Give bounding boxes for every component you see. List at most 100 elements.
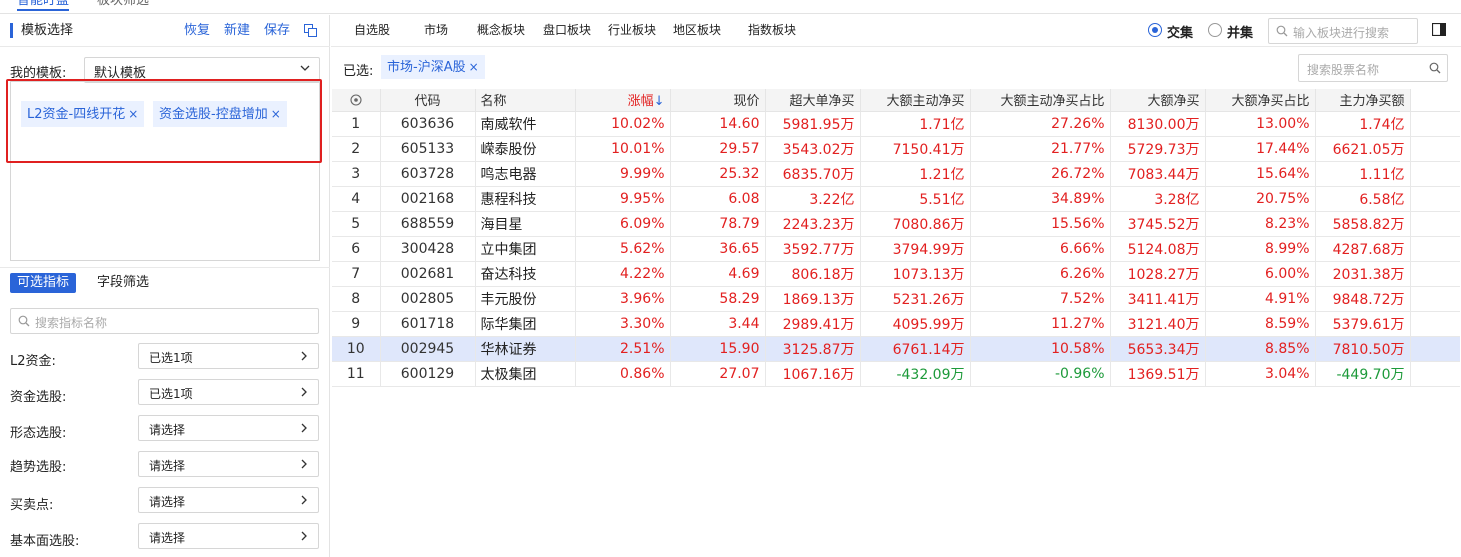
save-button[interactable]: 保存 xyxy=(264,23,290,39)
large-net: 3.28亿 xyxy=(1110,186,1206,212)
tab-quote-block[interactable]: 盘口板块 xyxy=(543,23,591,38)
template-panel: 模板选择 恢复 新建 保存 我的模板: 默认模板 L2资金-四线开花 × 资金选股… xyxy=(0,15,330,557)
row-index: 9 xyxy=(332,311,381,337)
indicator-search-input[interactable]: 搜索指标名称 xyxy=(10,308,319,334)
large-active-net: 7150.41万 xyxy=(860,136,971,162)
panel-toggle-icon[interactable] xyxy=(1432,23,1446,36)
change-pct: 10.01% xyxy=(575,136,671,162)
column-header-super-large-net[interactable]: 超大单净买 xyxy=(765,89,861,112)
restore-button[interactable]: 恢复 xyxy=(184,23,210,39)
stock-code: 603636 xyxy=(380,111,476,137)
change-pct: 6.09% xyxy=(575,211,671,237)
main-net: 6621.05万 xyxy=(1315,136,1411,162)
row-index: 2 xyxy=(332,136,381,162)
tab-field-filter[interactable]: 字段筛选 xyxy=(90,273,156,293)
filter-value: 请选择 xyxy=(149,495,186,509)
tab-optional-indicators[interactable]: 可选指标 xyxy=(10,273,77,293)
table-row[interactable]: 9 601718 际华集团 3.30% 3.44 2989.41万 4095.99万 11.2… xyxy=(332,311,1460,337)
column-header-price[interactable]: 现价 xyxy=(670,89,766,112)
chevron-down-icon xyxy=(300,65,310,71)
selected-market-tag[interactable]: 市场-沪深A股 × xyxy=(381,55,485,79)
filter-label-pattern: 形态选股: xyxy=(10,426,67,441)
filter-select-pattern[interactable]: 请选择 xyxy=(138,415,319,441)
column-header-name[interactable]: 名称 xyxy=(475,89,576,112)
large-net-ratio: 13.00% xyxy=(1205,111,1316,137)
price: 15.90 xyxy=(670,336,766,362)
table-row[interactable]: 8 002805 丰元股份 3.96% 58.29 1869.13万 5231.26万 7.5… xyxy=(332,286,1460,312)
table-row[interactable]: 2 605133 嵘泰股份 10.01% 29.57 3543.02万 7150.41万 21… xyxy=(332,136,1460,162)
column-header-filler xyxy=(1410,89,1460,112)
stock-code: 688559 xyxy=(380,211,476,237)
search-icon xyxy=(1276,25,1288,37)
filter-select-l2[interactable]: 已选1项 xyxy=(138,343,319,369)
table-row[interactable]: 11 600129 太极集团 0.86% 27.07 1067.16万 -432.09万 -0… xyxy=(332,361,1460,387)
column-header-main-net[interactable]: 主力净买额 xyxy=(1315,89,1411,112)
tab-smart-monitor[interactable]: 智能盯盘 xyxy=(17,0,70,11)
table-row[interactable]: 6 300428 立中集团 5.62% 36.65 3592.77万 3794.99万 6.6… xyxy=(332,236,1460,262)
tab-market[interactable]: 市场 xyxy=(424,23,448,38)
tab-watchlist[interactable]: 自选股 xyxy=(354,23,390,38)
radio-intersection[interactable] xyxy=(1148,23,1162,37)
column-header-large-active-net[interactable]: 大额主动净买 xyxy=(860,89,971,112)
table-row[interactable]: 3 603728 鸣志电器 9.99% 25.32 6835.70万 1.21亿 26.72%… xyxy=(332,161,1460,187)
remove-tag-icon[interactable]: × xyxy=(271,107,281,121)
template-tag-control-increase[interactable]: 资金选股-控盘增加 × xyxy=(153,101,287,127)
change-pct: 4.22% xyxy=(575,261,671,287)
column-header-large-net[interactable]: 大额净买 xyxy=(1110,89,1206,112)
remove-tag-icon[interactable]: × xyxy=(469,60,479,74)
row-index: 3 xyxy=(332,161,381,187)
search-icon xyxy=(18,315,30,327)
main-net: 1.74亿 xyxy=(1315,111,1411,137)
change-pct: 9.99% xyxy=(575,161,671,187)
new-button[interactable]: 新建 xyxy=(224,23,250,39)
large-active-ratio: 6.66% xyxy=(970,236,1111,262)
stock-name: 立中集团 xyxy=(475,236,576,262)
stock-code: 603728 xyxy=(380,161,476,187)
tab-region-block[interactable]: 地区板块 xyxy=(673,23,721,38)
filter-value: 已选1项 xyxy=(149,351,193,365)
super-large-net: 2989.41万 xyxy=(765,311,861,337)
table-row[interactable]: 1 603636 南威软件 10.02% 14.60 5981.95万 1.71亿 27.26… xyxy=(332,111,1460,137)
chevron-right-icon xyxy=(301,351,307,361)
price: 36.65 xyxy=(670,236,766,262)
large-active-ratio: 27.26% xyxy=(970,111,1111,137)
stock-code: 002168 xyxy=(380,186,476,212)
filter-label-trade-point: 买卖点: xyxy=(10,498,54,513)
filter-select-trade-point[interactable]: 请选择 xyxy=(138,487,319,513)
column-settings-icon[interactable] xyxy=(332,89,381,112)
table-row[interactable]: 10 002945 华林证券 2.51% 15.90 3125.87万 6761.14万 10… xyxy=(332,336,1460,362)
stock-code: 300428 xyxy=(380,236,476,262)
table-row[interactable]: 5 688559 海目星 6.09% 78.79 2243.23万 7080.86万 15.5… xyxy=(332,211,1460,237)
filter-select-trend[interactable]: 请选择 xyxy=(138,451,319,477)
block-search-input[interactable]: 输入板块进行搜索 xyxy=(1268,18,1418,44)
price: 4.69 xyxy=(670,261,766,287)
column-header-code[interactable]: 代码 xyxy=(380,89,476,112)
large-active-ratio: 7.52% xyxy=(970,286,1111,312)
radio-union[interactable] xyxy=(1208,23,1222,37)
tab-block-filter[interactable]: 板块筛选 xyxy=(97,0,149,9)
column-header-change[interactable]: 涨幅↓ xyxy=(575,89,671,112)
filter-label-trend: 趋势选股: xyxy=(10,460,67,475)
tab-index-block[interactable]: 指数板块 xyxy=(748,23,796,38)
table-row[interactable]: 4 002168 惠程科技 9.95% 6.08 3.22亿 5.51亿 34.89% 3.28… xyxy=(332,186,1460,212)
table-row[interactable]: 7 002681 奋达科技 4.22% 4.69 806.18万 1073.13万 6.26%… xyxy=(332,261,1460,287)
stock-search-input[interactable]: 搜索股票名称 xyxy=(1298,54,1448,82)
change-pct: 10.02% xyxy=(575,111,671,137)
main-net: 7810.50万 xyxy=(1315,336,1411,362)
filter-select-capital[interactable]: 已选1项 xyxy=(138,379,319,405)
copy-icon[interactable] xyxy=(304,24,317,37)
row-index: 1 xyxy=(332,111,381,137)
large-net: 1369.51万 xyxy=(1110,361,1206,387)
large-net: 8130.00万 xyxy=(1110,111,1206,137)
top-navigation: 智能盯盘 板块筛选 xyxy=(0,0,1461,14)
template-tag-l2-four-lines[interactable]: L2资金-四线开花 × xyxy=(21,101,145,127)
column-header-large-net-ratio[interactable]: 大额净买占比 xyxy=(1205,89,1316,112)
remove-tag-icon[interactable]: × xyxy=(128,107,138,121)
chevron-right-icon xyxy=(301,495,307,505)
table-header-row: 代码 名称 涨幅↓ 现价 超大单净买 大额主动净买 大额主动净买占比 大额净买 … xyxy=(332,89,1460,112)
tab-concept-block[interactable]: 概念板块 xyxy=(477,23,525,38)
column-header-large-active-ratio[interactable]: 大额主动净买占比 xyxy=(970,89,1111,112)
filter-select-fundamental[interactable]: 请选择 xyxy=(138,523,319,549)
super-large-net: 6835.70万 xyxy=(765,161,861,187)
tab-industry-block[interactable]: 行业板块 xyxy=(608,23,656,38)
